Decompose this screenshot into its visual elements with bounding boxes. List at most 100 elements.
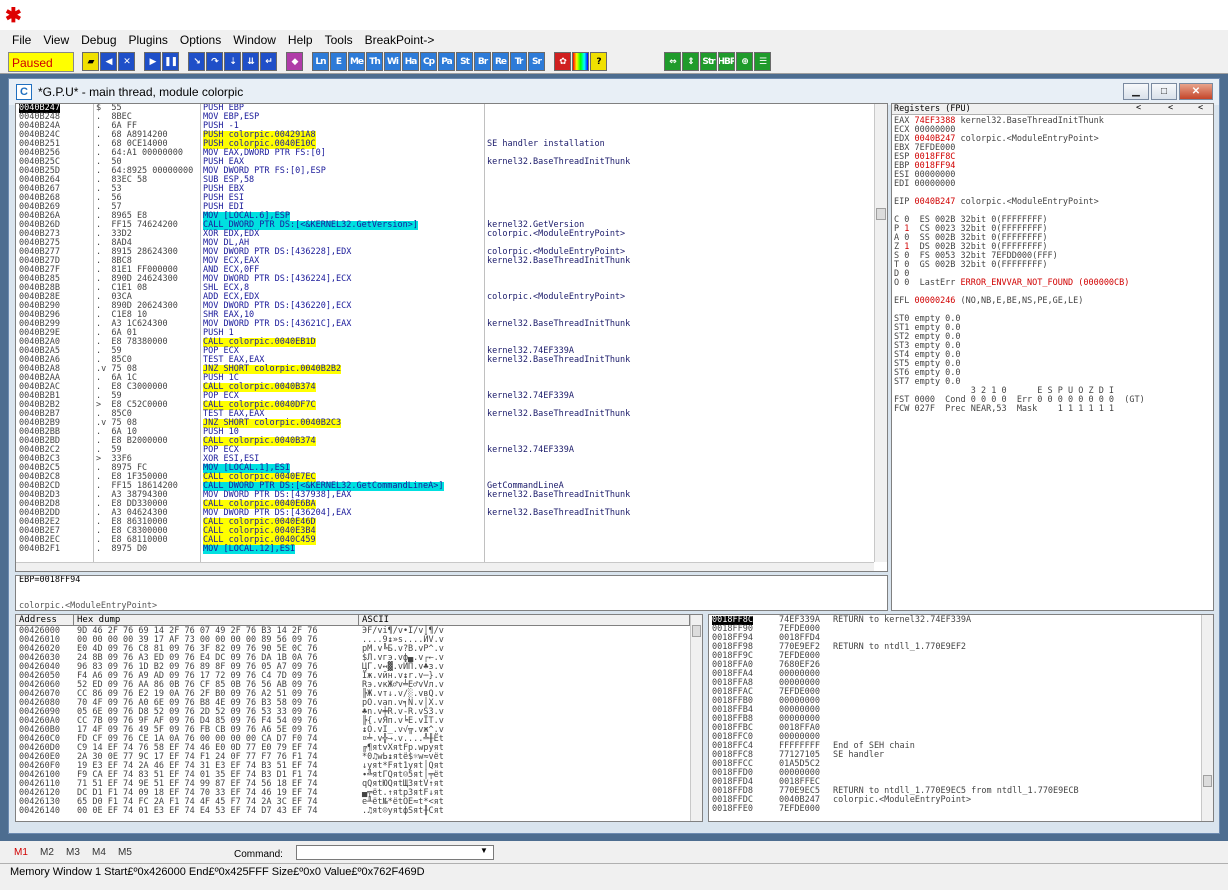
disasm-row[interactable]: 0040B2F1 . 8975 D0 MOV [LOCAL.12],ESI xyxy=(16,545,871,554)
goto-icon[interactable]: ◆ xyxy=(286,52,303,71)
chevron-left-icon[interactable]: < xyxy=(1168,104,1173,113)
dump-header-hex[interactable]: Hex dump xyxy=(74,615,359,626)
memory-tab-m1[interactable]: M1 xyxy=(14,847,40,858)
disasm-row[interactable]: 0040B2A8 .v 75 08 JNZ SHORT colorpic.0040B… xyxy=(16,365,871,374)
chevron-down-icon[interactable]: ▼ xyxy=(480,846,488,855)
disasm-row[interactable]: 0040B264. 83EC 58 SUB ESP,58 xyxy=(16,176,871,185)
stack-pane[interactable]: 0018FF8C 74EF339A RETURN to kernel32.74EF3… xyxy=(708,614,1214,822)
run-icon[interactable]: ▶ xyxy=(144,52,161,71)
disasm-row[interactable]: 0040B2B9 .v 75 08 JNZ SHORT colorpic.0040B… xyxy=(16,419,871,428)
register-line[interactable]: EFL 00000246 (NO,NB,E,BE,NS,PE,GE,LE) xyxy=(894,297,1083,306)
register-line[interactable]: O 0 LastErr ERROR_ENVVAR_NOT_FOUND (0000… xyxy=(894,279,1129,288)
tb-wi[interactable]: Wi xyxy=(384,52,401,71)
minimize-button[interactable]: ▁ xyxy=(1123,83,1149,100)
menu-item-breakpoint[interactable]: BreakPoint-> xyxy=(359,31,441,49)
memory-tab-m4[interactable]: M4 xyxy=(92,847,118,858)
memory-tab-m3[interactable]: M3 xyxy=(66,847,92,858)
menu-item-view[interactable]: View xyxy=(37,31,75,49)
tb-pa[interactable]: Pa xyxy=(438,52,455,71)
maximize-button[interactable]: □ xyxy=(1151,83,1177,100)
scrollbar-thumb[interactable] xyxy=(1203,775,1212,787)
disassembly-pane[interactable]: 0040B247 $ 55 PUSH EBP 0040B248. 8BEC MOV EB… xyxy=(15,103,888,572)
step-over-icon[interactable]: ↷ xyxy=(206,52,223,71)
disasm-row[interactable]: 0040B248. 8BEC MOV EBP,ESP xyxy=(16,113,871,122)
disasm-row[interactable]: 0040B268. 56 PUSH ESI xyxy=(16,194,871,203)
disassembly-scrollbar[interactable] xyxy=(874,104,887,562)
tb-cp[interactable]: Cp xyxy=(420,52,437,71)
menu-item-plugins[interactable]: Plugins xyxy=(123,31,174,49)
disasm-row[interactable]: 0040B2BD. E8 B2000000 CALL colorpic.0040B… xyxy=(16,437,871,446)
disasm-row[interactable]: 0040B2B2 > E8 C52C0000 CALL colorpic.0040D… xyxy=(16,401,871,410)
tb-e[interactable]: E xyxy=(330,52,347,71)
close-button[interactable]: ✕ xyxy=(1179,83,1213,100)
menu-item-debug[interactable]: Debug xyxy=(75,31,122,49)
disasm-row[interactable]: 0040B2B7. 85C0 TEST EAX,EAX kernel32.BaseT… xyxy=(16,410,871,419)
dump-scrollbar[interactable] xyxy=(690,615,702,821)
hex-dump-pane[interactable]: Address Hex dump ASCII 00426000 9D 46 2F … xyxy=(15,614,703,822)
swap-vertical-icon[interactable]: ⇕ xyxy=(682,52,699,71)
disasm-row[interactable]: 0040B26D. FF15 74624200 CALL DWORD PTR DS… xyxy=(16,221,871,230)
stack-scrollbar[interactable] xyxy=(1201,615,1213,821)
disassembly-hscrollbar[interactable] xyxy=(16,562,874,571)
disasm-row[interactable]: 0040B2A6. 85C0 TEST EAX,EAX kernel32.BaseT… xyxy=(16,356,871,365)
color-palette-icon[interactable] xyxy=(572,52,589,71)
disasm-row[interactable]: 0040B2A0. E8 78380000 CALL colorpic.0040E… xyxy=(16,338,871,347)
swap-horizontal-icon[interactable]: ⇔ xyxy=(664,52,681,71)
help-icon[interactable]: ? xyxy=(590,52,607,71)
command-label: Command: xyxy=(234,849,283,860)
register-line[interactable]: EDI 00000000 xyxy=(894,180,955,189)
execute-till-return-icon[interactable]: ↵ xyxy=(260,52,277,71)
tb-st[interactable]: St xyxy=(456,52,473,71)
menu-item-options[interactable]: Options xyxy=(174,31,227,49)
cpu-window-icon: C xyxy=(16,84,32,100)
disasm-row[interactable]: 0040B28B. C1E1 08 SHL ECX,8 xyxy=(16,284,871,293)
disasm-row[interactable]: 0040B2A5. 59 POP ECX kernel32.74EF339A xyxy=(16,347,871,356)
disasm-row[interactable]: 0040B247 $ 55 PUSH EBP xyxy=(16,104,871,113)
tb-hbp[interactable]: HBP xyxy=(718,52,735,71)
disasm-row[interactable]: 0040B299. A3 1C624300 MOV DWORD PTR DS:[4… xyxy=(16,320,871,329)
open-icon[interactable]: ▰ xyxy=(82,52,99,71)
menu-item-window[interactable]: Window xyxy=(227,31,282,49)
tb-re[interactable]: Re xyxy=(492,52,509,71)
trace-into-icon[interactable]: ⇣ xyxy=(224,52,241,71)
disasm-row[interactable]: 0040B267. 53 PUSH EBX xyxy=(16,185,871,194)
tb-ha[interactable]: Ha xyxy=(402,52,419,71)
restart-icon[interactable]: ◀ xyxy=(100,52,117,71)
register-line[interactable]: EIP 0040B247 colorpic.<ModuleEntryPoint> xyxy=(894,198,1099,207)
disasm-row[interactable]: 0040B2C2. 59 POP ECX kernel32.74EF339A xyxy=(16,446,871,455)
disasm-row[interactable]: 0040B2AC. E8 C3000000 CALL colorpic.0040B… xyxy=(16,383,871,392)
tb-sr[interactable]: Sr xyxy=(528,52,545,71)
chevron-left-icon[interactable]: < xyxy=(1136,104,1141,113)
options-gear-icon[interactable]: ✿ xyxy=(554,52,571,71)
disasm-row[interactable]: 0040B256. 64:A1 00000000 MOV EAX,DWORD PT… xyxy=(16,149,871,158)
disasm-address: 0040B2F1 xyxy=(19,544,60,554)
add-icon[interactable]: ⊕ xyxy=(736,52,753,71)
tb-th[interactable]: Th xyxy=(366,52,383,71)
register-line[interactable]: FCW 027F Prec NEAR,53 Mask 1 1 1 1 1 1 xyxy=(894,405,1114,414)
step-into-icon[interactable]: ↘ xyxy=(188,52,205,71)
memory-tab-m5[interactable]: M5 xyxy=(118,847,144,858)
close-process-icon[interactable]: ✕ xyxy=(118,52,135,71)
tb-ln[interactable]: Ln xyxy=(312,52,329,71)
registers-pane[interactable]: Registers (FPU) < < < EAX 74EF3388 kerne… xyxy=(891,103,1214,611)
dump-header-address[interactable]: Address xyxy=(16,615,74,626)
scrollbar-thumb[interactable] xyxy=(692,625,701,637)
register-line[interactable]: T 0 GS 002B 32bit 0(FFFFFFFF) xyxy=(894,261,1048,270)
tb-br[interactable]: Br xyxy=(474,52,491,71)
menu-item-tools[interactable]: Tools xyxy=(319,31,359,49)
tb-tr[interactable]: Tr xyxy=(510,52,527,71)
trace-over-icon[interactable]: ⇊ xyxy=(242,52,259,71)
scrollbar-thumb[interactable] xyxy=(876,208,886,220)
dump-header-ascii[interactable]: ASCII xyxy=(359,615,690,626)
pause-icon[interactable]: ❚❚ xyxy=(162,52,179,71)
tb-str[interactable]: Str xyxy=(700,52,717,71)
tb-me[interactable]: Me xyxy=(348,52,365,71)
command-input[interactable] xyxy=(296,845,494,860)
disasm-row[interactable]: 0040B273. 33D2 XOR EDX,EDX colorpic.<Modul… xyxy=(16,230,871,239)
memory-tab-m2[interactable]: M2 xyxy=(40,847,66,858)
menu-item-file[interactable]: File xyxy=(6,31,37,49)
list-icon[interactable]: ☰ xyxy=(754,52,771,71)
chevron-left-icon[interactable]: < xyxy=(1198,104,1203,113)
menu-item-help[interactable]: Help xyxy=(282,31,319,49)
disasm-row[interactable]: 0040B277. 8915 28624300 MOV DWORD PTR DS:… xyxy=(16,248,871,257)
